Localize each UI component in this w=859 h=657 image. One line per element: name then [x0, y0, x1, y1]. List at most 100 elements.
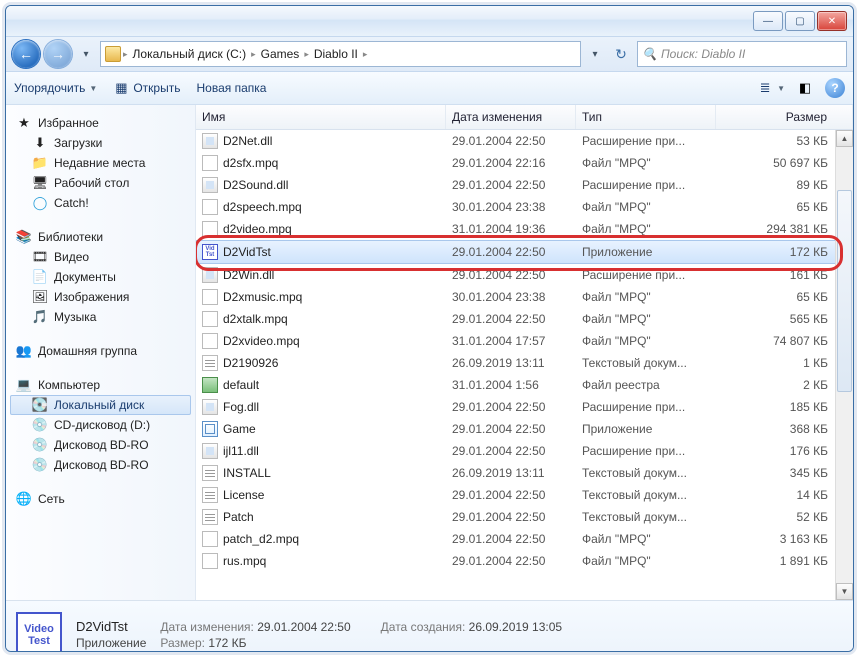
nav-pictures[interactable]: 🖼Изображения [10, 287, 191, 307]
file-row[interactable]: d2sfx.mpq29.01.2004 22:16Файл "MPQ"50 69… [196, 152, 853, 174]
path-dropdown[interactable]: ▾ [585, 44, 605, 64]
nav-bd-drive[interactable]: 💿Дисковод BD-RO [10, 455, 191, 475]
scroll-thumb[interactable] [837, 190, 852, 392]
address-bar: ← → ▾ ▸ Локальный диск (C:) ▸ Games ▸ Di… [6, 36, 853, 72]
maximize-button[interactable]: ▢ [785, 11, 815, 31]
nav-videos[interactable]: 🎞Видео [10, 247, 191, 267]
nav-downloads[interactable]: ⬇Загрузки [10, 133, 191, 153]
scrollbar[interactable]: ▲ ▼ [835, 130, 853, 600]
file-size: 176 КБ [716, 444, 853, 458]
nav-music[interactable]: 🎵Музыка [10, 307, 191, 327]
col-date[interactable]: Дата изменения [446, 105, 576, 129]
breadcrumb-item[interactable]: Локальный диск (C:) [130, 47, 250, 61]
help-button[interactable]: ? [825, 78, 845, 98]
nav-documents[interactable]: 📄Документы [10, 267, 191, 287]
file-row[interactable]: d2video.mpq31.01.2004 19:36Файл "MPQ"294… [196, 218, 853, 240]
file-date: 29.01.2004 22:50 [446, 488, 576, 502]
file-date: 29.01.2004 22:50 [446, 312, 576, 326]
forward-button[interactable]: → [44, 40, 72, 68]
search-placeholder: Поиск: Diablo II [661, 47, 745, 61]
file-name: d2xtalk.mpq [223, 312, 288, 326]
file-type: Текстовый докум... [576, 488, 716, 502]
file-size: 185 КБ [716, 400, 853, 414]
file-date: 29.01.2004 22:50 [446, 510, 576, 524]
nav-homegroup[interactable]: 👥Домашняя группа [10, 341, 191, 361]
libraries-icon: 📚 [16, 229, 32, 245]
file-date: 30.01.2004 23:38 [446, 200, 576, 214]
navigation-pane: ★Избранное ⬇Загрузки 📁Недавние места 🖥Ра… [6, 105, 196, 600]
file-row[interactable]: default31.01.2004 1:56Файл реестра2 КБ [196, 374, 853, 396]
file-type: Файл реестра [576, 378, 716, 392]
nav-local-disk[interactable]: 💽Локальный диск [10, 395, 191, 415]
file-row[interactable]: d2xtalk.mpq29.01.2004 22:50Файл "MPQ"565… [196, 308, 853, 330]
nav-catch[interactable]: ◯Catch! [10, 193, 191, 213]
breadcrumb-item[interactable]: Diablo II [311, 47, 361, 61]
nav-computer[interactable]: 💻Компьютер [10, 375, 191, 395]
file-row[interactable]: ijl11.dll29.01.2004 22:50Расширение при.… [196, 440, 853, 462]
file-row[interactable]: D2Sound.dll29.01.2004 22:50Расширение пр… [196, 174, 853, 196]
file-size: 172 КБ [716, 245, 853, 259]
new-folder-button[interactable]: Новая папка [196, 81, 266, 95]
file-row[interactable]: d2speech.mpq30.01.2004 23:38Файл "MPQ"65… [196, 196, 853, 218]
file-type: Приложение [576, 422, 716, 436]
open-button[interactable]: ▦ Открыть [113, 80, 180, 96]
file-row[interactable]: D2xvideo.mpq31.01.2004 17:57Файл "MPQ"74… [196, 330, 853, 352]
desktop-icon: 🖥 [32, 175, 48, 191]
file-row[interactable]: patch_d2.mpq29.01.2004 22:50Файл "MPQ"3 … [196, 528, 853, 550]
file-date: 31.01.2004 17:57 [446, 334, 576, 348]
file-size: 294 381 КБ [716, 222, 853, 236]
file-row[interactable]: D2xmusic.mpq30.01.2004 23:38Файл "MPQ"65… [196, 286, 853, 308]
scroll-down-button[interactable]: ▼ [836, 583, 853, 600]
file-date: 29.01.2004 22:50 [446, 554, 576, 568]
view-menu[interactable]: ≣▼ [757, 80, 785, 96]
file-row[interactable]: INSTALL26.09.2019 13:11Текстовый докум..… [196, 462, 853, 484]
nav-libraries[interactable]: 📚Библиотеки [10, 227, 191, 247]
nav-desktop[interactable]: 🖥Рабочий стол [10, 173, 191, 193]
toolbar: Упорядочить▼ ▦ Открыть Новая папка ≣▼ ◧ … [6, 72, 853, 105]
file-row[interactable]: D219092626.09.2019 13:11Текстовый докум.… [196, 352, 853, 374]
history-dropdown[interactable]: ▾ [76, 44, 96, 64]
file-row[interactable]: rus.mpq29.01.2004 22:50Файл "MPQ"1 891 К… [196, 550, 853, 572]
bd-icon: 💿 [32, 437, 48, 453]
file-name: D2Net.dll [223, 134, 272, 148]
file-row[interactable]: License 29.01.2004 22:50Текстовый докум..… [196, 484, 853, 506]
nav-favorites[interactable]: ★Избранное [10, 113, 191, 133]
file-type: Файл "MPQ" [576, 334, 716, 348]
nav-recent[interactable]: 📁Недавние места [10, 153, 191, 173]
col-size[interactable]: Размер [716, 105, 853, 129]
drive-icon [105, 46, 121, 62]
file-date: 29.01.2004 22:50 [446, 422, 576, 436]
preview-pane-button[interactable]: ◧ [797, 80, 813, 96]
scroll-up-button[interactable]: ▲ [836, 130, 853, 147]
file-row[interactable]: Patch29.01.2004 22:50Текстовый докум...5… [196, 506, 853, 528]
breadcrumbs[interactable]: ▸ Локальный диск (C:) ▸ Games ▸ Diablo I… [100, 41, 581, 67]
col-name[interactable]: Имя [196, 105, 446, 129]
file-row[interactable]: D2Net.dll29.01.2004 22:50Расширение при.… [196, 130, 853, 152]
file-type: Файл "MPQ" [576, 290, 716, 304]
search-input[interactable]: 🔍 Поиск: Diablo II [637, 41, 847, 67]
minimize-button[interactable]: — [753, 11, 783, 31]
file-date: 29.01.2004 22:50 [446, 134, 576, 148]
file-size: 65 КБ [716, 200, 853, 214]
file-size: 74 807 КБ [716, 334, 853, 348]
file-name: D2Sound.dll [223, 178, 288, 192]
nav-cd-drive[interactable]: 💿CD-дисковод (D:) [10, 415, 191, 435]
file-date: 26.09.2019 13:11 [446, 356, 576, 370]
close-button[interactable]: ✕ [817, 11, 847, 31]
file-row[interactable]: VidTstD2VidTst29.01.2004 22:50Приложение… [196, 240, 853, 264]
organize-menu[interactable]: Упорядочить▼ [14, 81, 97, 95]
back-button[interactable]: ← [12, 40, 40, 68]
refresh-button[interactable]: ↻ [609, 42, 633, 66]
col-type[interactable]: Тип [576, 105, 716, 129]
file-name: License [223, 488, 264, 502]
breadcrumb-item[interactable]: Games [258, 47, 303, 61]
nav-network[interactable]: 🌐Сеть [10, 489, 191, 509]
file-row[interactable]: Game29.01.2004 22:50Приложение368 КБ [196, 418, 853, 440]
file-name: D2Win.dll [223, 268, 274, 282]
nav-bd-drive[interactable]: 💿Дисковод BD-RO [10, 435, 191, 455]
network-icon: 🌐 [16, 491, 32, 507]
file-size: 368 КБ [716, 422, 853, 436]
file-name: patch_d2.mpq [223, 532, 299, 546]
file-row[interactable]: D2Win.dll29.01.2004 22:50Расширение при.… [196, 264, 853, 286]
file-row[interactable]: Fog.dll29.01.2004 22:50Расширение при...… [196, 396, 853, 418]
